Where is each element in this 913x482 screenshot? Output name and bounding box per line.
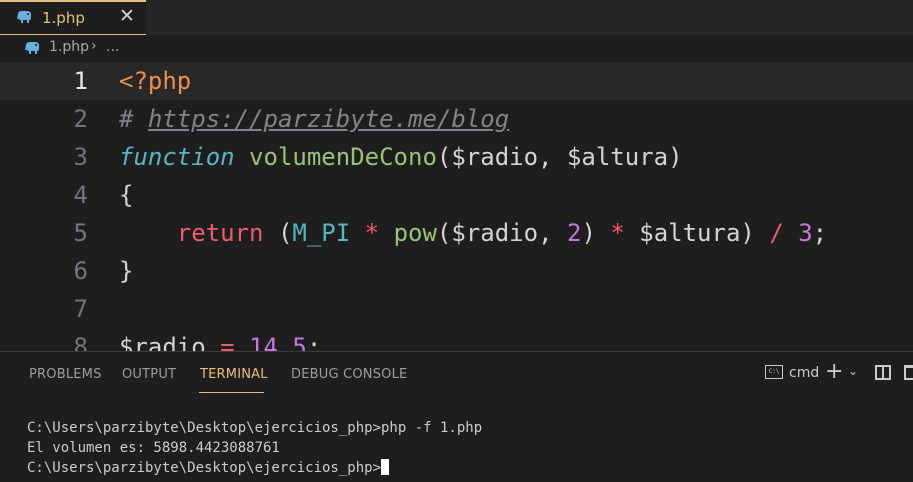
comment-link[interactable]: https://parzibyte.me/blog [148,105,509,133]
chevron-down-icon[interactable]: ⌄ [848,364,858,378]
tab-1-php[interactable]: 1.php ✕ [0,0,146,35]
code-text: # https://parzibyte.me/blog [119,105,510,133]
line-number: 2 [73,105,88,133]
tab-debug-console[interactable]: DEBUG CONSOLE [291,367,407,382]
line-number: 6 [73,257,88,285]
code-line: 8 $radio = 14.5; [0,328,913,351]
split-terminal-icon[interactable] [875,365,891,380]
terminal-icon[interactable]: C:\ [765,365,783,379]
terminal-cursor [381,459,390,475]
terminal-output[interactable]: C:\Users\parzibyte\Desktop\ejercicios_ph… [27,418,482,478]
line-number: 1 [73,67,88,95]
tab-output[interactable]: OUTPUT [122,367,176,382]
code-line: 4 { [0,176,913,214]
line-number: 8 [73,333,88,351]
breadcrumb-file[interactable]: 1.php [49,39,89,55]
php-elephant-icon [17,11,31,23]
breadcrumb-separator: › [91,38,97,54]
breadcrumb: 1.php › ... [0,35,913,62]
code-text: <?php [119,67,192,95]
tab-label: 1.php [42,9,85,27]
line-number: 5 [73,219,88,247]
breadcrumb-more[interactable]: ... [106,39,119,55]
php-elephant-icon [25,42,39,54]
code-editor[interactable]: 1 <?php 2 # https://parzibyte.me/blog 3 … [0,62,913,351]
close-icon[interactable]: ✕ [119,5,135,27]
bottom-panel: PROBLEMS OUTPUT TERMINAL DEBUG CONSOLE C… [0,351,913,482]
terminal-name[interactable]: cmd [789,365,819,381]
code-text: function volumenDeCono($radio, $altura) [119,143,683,171]
line-number: 7 [73,295,88,323]
code-text: $radio = 14.5; [119,333,322,351]
code-text: } [119,257,134,285]
terminal-prompt-line: C:\Users\parzibyte\Desktop\ejercicios_ph… [27,458,482,478]
code-line: 3 function volumenDeCono($radio, $altura… [0,138,913,176]
editor-tab-bar: 1.php ✕ [0,0,913,35]
active-tab-indicator [199,392,264,393]
code-line: 5 return (M_PI * pow($radio, 2) * $altur… [0,214,913,252]
terminal-line: C:\Users\parzibyte\Desktop\ejercicios_ph… [27,420,483,436]
code-text: { [119,181,134,209]
trash-icon[interactable] [904,365,913,380]
line-number: 4 [73,181,88,209]
terminal-line: El volumen es: 5898.4423088761 [27,440,280,456]
code-line: 1 <?php [0,62,913,100]
tab-problems[interactable]: PROBLEMS [29,367,102,382]
code-line: 6 } [0,252,913,290]
add-terminal-icon[interactable]: + [825,359,843,384]
tab-terminal[interactable]: TERMINAL [200,367,268,382]
code-line: 7 [0,290,913,328]
line-number: 3 [73,143,88,171]
code-line: 2 # https://parzibyte.me/blog [0,100,913,138]
code-text: return (M_PI * pow($radio, 2) * $altura)… [176,219,828,247]
